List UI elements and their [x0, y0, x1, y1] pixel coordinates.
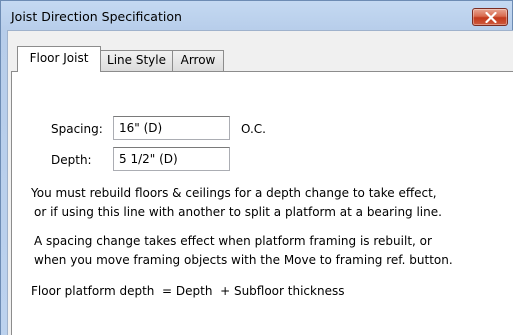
spacing-note-line-1: A spacing change takes effect when platf… [34, 234, 432, 248]
spacing-input[interactable]: 16" (D) [113, 116, 230, 140]
tab-floor-joist[interactable]: Floor Joist [17, 46, 101, 72]
dialog-title: Joist Direction Specification [11, 9, 182, 24]
spacing-note-line-2: when you move framing objects with the M… [34, 253, 453, 267]
tab-arrow[interactable]: Arrow [172, 50, 224, 71]
tab-line-style[interactable]: Line Style [100, 50, 173, 71]
depth-label: Depth: [51, 153, 92, 167]
spacing-label: Spacing: [51, 122, 103, 136]
rebuild-note-line-2: or if using this line with another to sp… [34, 205, 442, 219]
spacing-suffix: O.C. [241, 122, 266, 136]
platform-depth-formula: Floor platform depth = Depth + Subfloor … [31, 284, 345, 298]
close-icon [485, 12, 497, 23]
title-bar[interactable]: Joist Direction Specification [1, 1, 512, 31]
close-button[interactable] [472, 8, 508, 26]
rebuild-note-line-1: You must rebuild floors & ceilings for a… [31, 186, 437, 200]
depth-input[interactable]: 5 1/2" (D) [113, 147, 230, 171]
